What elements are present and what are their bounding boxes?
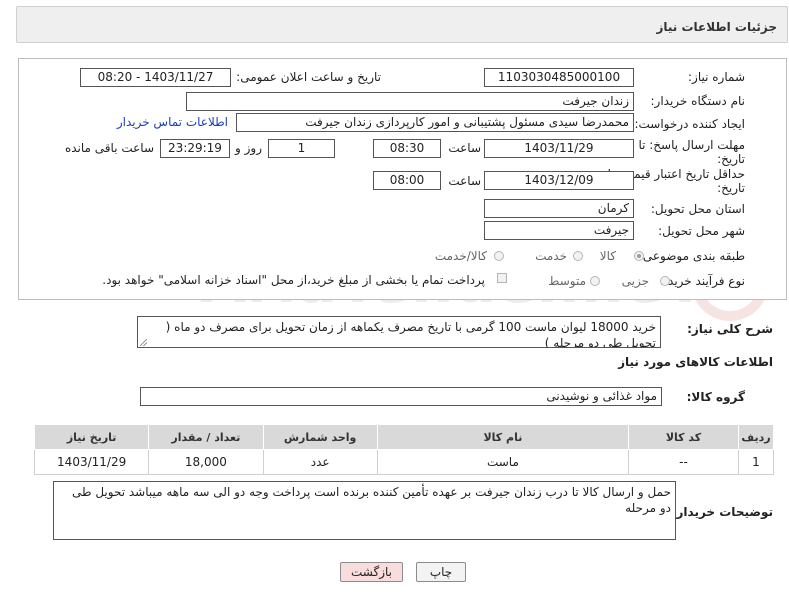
description-text: خرید 18000 لیوان ماست 100 گرمی با تاریخ … — [165, 320, 656, 348]
description-textarea[interactable]: خرید 18000 لیوان ماست 100 گرمی با تاریخ … — [137, 316, 661, 348]
category-radio-both[interactable] — [494, 251, 504, 261]
goods-table: ردیف کد کالا نام کالا واحد شمارش تعداد /… — [33, 424, 775, 475]
days-word: روز و — [235, 141, 262, 155]
creator-field[interactable]: محمدرضا سیدی مسئول پشتیبانی و امور کارپر… — [236, 113, 634, 132]
validity-date-label: تاریخ: — [717, 181, 745, 195]
deadline-date-field[interactable]: 1403/11/29 — [484, 139, 634, 158]
buyer-field[interactable]: زندان جیرفت — [186, 92, 634, 111]
validity-time-field[interactable]: 08:00 — [373, 171, 441, 190]
payment-note: پرداخت تمام یا بخشی از مبلغ خرید،از محل … — [102, 273, 485, 287]
category-option-service: خدمت — [535, 249, 567, 263]
category-radio-goods[interactable] — [634, 251, 644, 261]
cell-qty: 18,000 — [148, 449, 264, 475]
description-label: شرح کلی نیاز: — [687, 322, 773, 336]
col-date: تاریخ نیاز — [33, 424, 150, 450]
goods-group-label: گروه کالا: — [686, 390, 745, 404]
deadline-label: مهلت ارسال پاسخ: تا — [638, 138, 745, 152]
col-row: ردیف — [737, 424, 775, 450]
province-field[interactable]: کرمان — [484, 199, 634, 218]
goods-group-field[interactable]: مواد غذائی و نوشیدنی — [140, 387, 662, 406]
deadline-time-word: ساعت — [448, 141, 481, 155]
cell-row: 1 — [737, 449, 775, 475]
contact-info-link[interactable]: اطلاعات تماس خریدار — [117, 115, 228, 129]
remaining-word: ساعت باقی مانده — [64, 141, 154, 155]
buyer-label: نام دستگاه خریدار: — [650, 94, 746, 108]
cell-code: -- — [628, 449, 739, 475]
col-unit: واحد شمارش — [262, 424, 378, 450]
city-label: شهر محل تحویل: — [658, 224, 745, 238]
process-label: نوع فرآیند خرید : — [660, 274, 745, 288]
process-option-minor: جزیی — [621, 274, 649, 288]
goods-table-header: ردیف کد کالا نام کالا واحد شمارش تعداد /… — [33, 424, 775, 450]
days-field[interactable]: 1 — [268, 139, 335, 158]
goods-section-title: اطلاعات کالاهای مورد نیاز — [618, 355, 773, 369]
city-field[interactable]: جیرفت — [484, 221, 634, 240]
validity-date-field[interactable]: 1403/12/09 — [484, 171, 634, 190]
buyer-notes-textarea[interactable]: حمل و ارسال کالا تا درب زندان جیرفت بر ع… — [53, 481, 676, 540]
need-number-label: شماره نیاز: — [688, 70, 745, 84]
province-label: استان محل تحویل: — [650, 202, 745, 216]
col-name: نام کالا — [376, 424, 630, 450]
buyer-notes-label: توضیحات خریدار: — [671, 505, 773, 519]
page-header: جزئیات اطلاعات نیاز — [16, 6, 788, 43]
remaining-time-field[interactable]: 23:29:19 — [160, 139, 230, 158]
announce-field[interactable]: 1403/11/27 - 08:20 — [80, 68, 231, 87]
resize-grip-icon[interactable] — [140, 339, 147, 346]
cell-name: ماست — [376, 449, 630, 475]
page-title: جزئیات اطلاعات نیاز — [656, 20, 777, 34]
process-radio-medium[interactable] — [590, 276, 600, 286]
creator-label: ایجاد کننده درخواست: — [634, 117, 745, 131]
category-label: طبقه بندی موضوعی: — [638, 249, 745, 263]
col-code: کد کالا — [628, 424, 739, 450]
treasury-checkbox[interactable] — [497, 273, 507, 283]
category-option-goods: کالا — [599, 249, 616, 263]
deadline-date-label: تاریخ: — [717, 152, 745, 166]
col-qty: تعداد / مقدار — [148, 424, 264, 450]
deadline-time-field[interactable]: 08:30 — [373, 139, 441, 158]
cell-unit: عدد — [262, 449, 378, 475]
category-radio-service[interactable] — [573, 251, 583, 261]
process-option-medium: متوسط — [548, 274, 586, 288]
category-option-both: کالا/خدمت — [434, 249, 487, 263]
cell-date: 1403/11/29 — [33, 449, 150, 475]
process-radio-minor[interactable] — [660, 276, 670, 286]
buyer-notes-text: حمل و ارسال کالا تا درب زندان جیرفت بر ع… — [71, 485, 671, 515]
back-button[interactable]: بازگشت — [340, 562, 403, 582]
announce-label: تاریخ و ساعت اعلان عمومی: — [236, 70, 381, 84]
validity-time-word: ساعت — [448, 174, 481, 188]
table-row[interactable]: 1 -- ماست عدد 18,000 1403/11/29 — [33, 449, 775, 475]
need-number-field[interactable]: 1103030485000100 — [484, 68, 634, 87]
print-button[interactable]: چاپ — [416, 562, 466, 582]
